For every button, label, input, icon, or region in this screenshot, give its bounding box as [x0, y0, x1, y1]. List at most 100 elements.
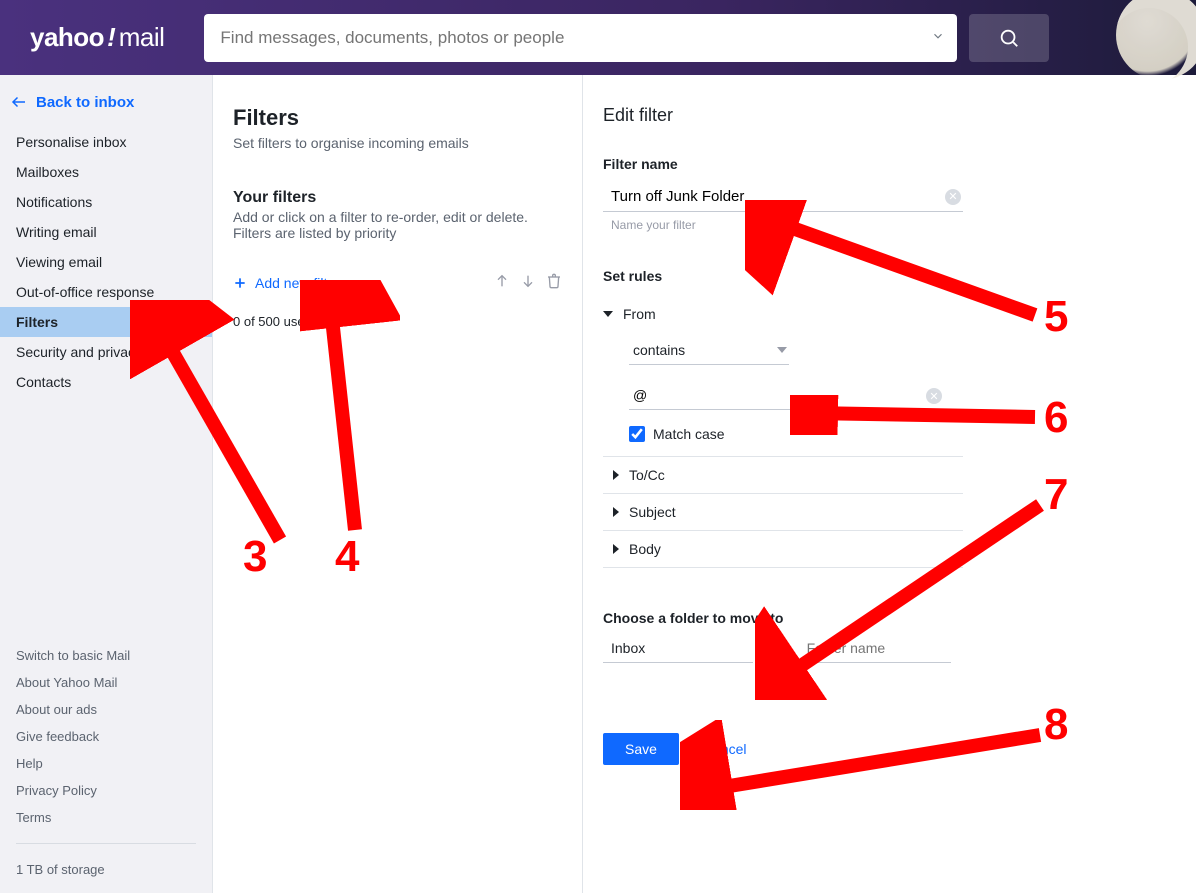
annotation-number-8: 8 [1044, 700, 1068, 750]
sidebar-bottom-links: Switch to basic Mail About Yahoo Mail Ab… [0, 642, 212, 893]
cancel-button[interactable]: Cancel [703, 741, 747, 757]
filters-list-panel: Filters Set filters to organise incoming… [213, 75, 583, 893]
filter-tools [494, 273, 562, 292]
sidebar-item-personalise[interactable]: Personalise inbox [0, 127, 212, 157]
rule-subject-toggle[interactable]: Subject [603, 494, 963, 530]
set-rules-label: Set rules [603, 268, 1166, 284]
link-switch-basic[interactable]: Switch to basic Mail [16, 642, 196, 669]
search-button[interactable] [969, 14, 1049, 62]
filters-subtitle: Set filters to organise incoming emails [233, 135, 562, 151]
sidebar-item-filters[interactable]: Filters [0, 307, 212, 337]
link-terms[interactable]: Terms [16, 804, 196, 831]
from-condition-select[interactable]: contains [629, 338, 789, 365]
annotation-number-3: 3 [243, 532, 267, 582]
your-filters-title: Your filters [233, 189, 562, 207]
plus-icon [233, 276, 247, 290]
sidebar-item-label: Viewing email [16, 254, 102, 270]
link-give-feedback[interactable]: Give feedback [16, 723, 196, 750]
add-filter-row: Add new filters [233, 273, 562, 292]
link-label: About Yahoo Mail [16, 675, 117, 690]
folder-selected-value: Inbox [611, 640, 645, 656]
logo-exclamation: ! [107, 22, 116, 53]
chevron-down-icon[interactable] [931, 29, 945, 46]
move-down-icon[interactable] [520, 273, 536, 292]
add-new-filters-button[interactable]: Add new filters [233, 275, 347, 291]
link-label: Help [16, 756, 43, 771]
divider [16, 843, 196, 844]
link-help[interactable]: Help [16, 750, 196, 777]
filters-title: Filters [233, 105, 562, 131]
link-label: Give feedback [16, 729, 99, 744]
link-label: Privacy Policy [16, 783, 97, 798]
filter-name-field-wrapper: ✕ [603, 182, 963, 212]
rule-body-toggle[interactable]: Body [603, 531, 963, 567]
filters-used-count: 0 of 500 used [233, 314, 562, 329]
sidebar-item-label: Notifications [16, 194, 92, 210]
filter-name-input[interactable] [603, 182, 963, 211]
filter-actions: Save Cancel [603, 733, 1166, 765]
set-rules-section: Set rules From contains ✕ [603, 268, 1166, 568]
add-new-filters-label: Add new filters [255, 275, 347, 291]
annotation-number-7: 7 [1044, 470, 1068, 520]
sidebar-item-label: Filters [16, 314, 58, 330]
choose-folder-section: Choose a folder to move to Inbox or [603, 610, 1166, 663]
logo-mail: mail [119, 22, 165, 53]
rule-subject: Subject [603, 494, 963, 531]
folder-select[interactable]: Inbox [603, 636, 753, 663]
trash-icon[interactable] [546, 273, 562, 292]
link-privacy-policy[interactable]: Privacy Policy [16, 777, 196, 804]
sidebar-item-out-of-office[interactable]: Out-of-office response [0, 277, 212, 307]
annotation-number-4: 4 [335, 532, 359, 582]
sidebar-item-label: Writing email [16, 224, 97, 240]
save-label: Save [625, 741, 657, 757]
sidebar-item-label: Out-of-office response [16, 284, 154, 300]
back-to-inbox-link[interactable]: Back to inbox [0, 75, 212, 127]
clear-icon[interactable]: ✕ [945, 189, 961, 205]
your-filters-subtitle: Add or click on a filter to re-order, ed… [233, 209, 562, 241]
match-case-checkbox[interactable] [629, 426, 645, 442]
sidebar-item-notifications[interactable]: Notifications [0, 187, 212, 217]
from-condition-value: contains [633, 342, 685, 358]
rule-from-label: From [623, 306, 656, 322]
clear-icon[interactable]: ✕ [926, 388, 942, 404]
sidebar-item-contacts[interactable]: Contacts [0, 367, 212, 397]
search-icon [998, 27, 1020, 49]
rule-from-body: contains ✕ Match case [603, 330, 963, 457]
sidebar-item-writing-email[interactable]: Writing email [0, 217, 212, 247]
filter-name-hint: Name your filter [611, 218, 1166, 232]
rule-body: Body [603, 531, 963, 568]
link-about-yahoo-mail[interactable]: About Yahoo Mail [16, 669, 196, 696]
folder-name-input[interactable] [801, 636, 951, 663]
sidebar-item-label: Security and privacy [16, 344, 142, 360]
save-button[interactable]: Save [603, 733, 679, 765]
or-label: or [771, 642, 783, 657]
rule-to-cc-toggle[interactable]: To/Cc [603, 457, 963, 493]
annotation-number-6: 6 [1044, 393, 1068, 443]
rule-from: From contains ✕ Match case [603, 298, 1166, 457]
annotation-number-5: 5 [1044, 292, 1068, 342]
rule-to-cc: To/Cc [603, 457, 963, 494]
link-label: Switch to basic Mail [16, 648, 130, 663]
chevron-down-icon [777, 347, 787, 353]
main-area: Back to inbox Personalise inbox Mailboxe… [0, 75, 1196, 893]
edit-filter-panel: Edit filter Filter name ✕ Name your filt… [583, 75, 1196, 893]
settings-nav: Personalise inbox Mailboxes Notification… [0, 127, 212, 397]
search-box[interactable] [204, 14, 957, 62]
from-value-input[interactable] [629, 383, 944, 409]
sidebar-item-label: Mailboxes [16, 164, 79, 180]
rule-body-label: Body [629, 541, 661, 557]
top-header: yahoo ! mail [0, 0, 1196, 75]
choose-folder-label: Choose a folder to move to [603, 610, 1166, 626]
link-label: Terms [16, 810, 51, 825]
match-case-row[interactable]: Match case [629, 426, 963, 442]
sidebar-item-mailboxes[interactable]: Mailboxes [0, 157, 212, 187]
settings-sidebar: Back to inbox Personalise inbox Mailboxe… [0, 75, 213, 893]
edit-filter-title: Edit filter [603, 105, 1166, 126]
sidebar-item-viewing-email[interactable]: Viewing email [0, 247, 212, 277]
link-about-ads[interactable]: About our ads [16, 696, 196, 723]
sidebar-item-security[interactable]: Security and privacy [0, 337, 212, 367]
search-input[interactable] [220, 28, 931, 48]
search-wrapper [204, 14, 1049, 62]
rule-from-toggle[interactable]: From [603, 298, 1166, 330]
move-up-icon[interactable] [494, 273, 510, 292]
